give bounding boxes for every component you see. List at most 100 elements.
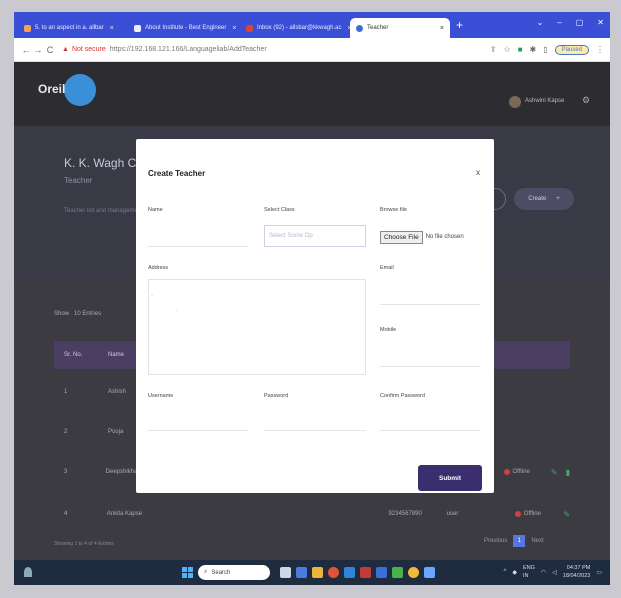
weather-icon[interactable] — [24, 567, 32, 577]
plus-icon: + — [556, 196, 560, 202]
app-icon[interactable] — [408, 567, 419, 578]
warning-icon[interactable]: ▲ — [62, 46, 69, 53]
address-bar[interactable]: ▲ Not secure https://192.168.121.166/Lan… — [62, 42, 452, 58]
username-field[interactable] — [148, 409, 248, 431]
language-text: ENG — [523, 565, 535, 571]
delete-icon[interactable]: ▮ — [566, 468, 570, 477]
close-tab-icon[interactable]: × — [110, 25, 114, 32]
notification-icon[interactable]: ▭ — [596, 569, 602, 576]
chevron-down-icon[interactable]: ⌄ — [537, 18, 544, 27]
row-number: 2 — [64, 429, 68, 435]
file-input[interactable]: Choose File No file chosen — [380, 227, 480, 247]
new-tab-button[interactable]: + — [456, 18, 463, 32]
puzzle-icon[interactable]: ✱ — [530, 45, 537, 54]
menu-icon[interactable]: ⋮ — [596, 45, 604, 54]
name-field[interactable] — [148, 225, 248, 247]
star-icon[interactable]: ☆ — [504, 45, 511, 54]
favicon-icon — [24, 24, 31, 32]
share-icon[interactable]: ⇪ — [490, 45, 497, 54]
previous-page-button[interactable]: Previous — [484, 538, 507, 544]
reload-icon[interactable]: C — [44, 45, 56, 55]
tab-title: About Institute - Best Engineer — [145, 25, 227, 31]
close-tab-icon[interactable]: × — [232, 25, 236, 32]
create-button[interactable]: Create + — [514, 188, 574, 210]
entries-value[interactable]: 10 — [74, 311, 81, 317]
mobile-label: Mobile — [380, 327, 397, 333]
row-actions: ✎ ▮ — [551, 468, 570, 477]
app-icon[interactable] — [392, 567, 403, 578]
chrome-icon[interactable] — [328, 567, 339, 578]
edit-icon[interactable]: ✎ — [563, 510, 570, 519]
tab-title: Inbox (92) - allsbar@kkwagh.ac — [257, 25, 342, 31]
column-header[interactable]: Name — [108, 352, 124, 358]
close-icon[interactable]: x — [476, 168, 480, 177]
network-icon[interactable]: ◆ — [512, 569, 517, 576]
banner-description: Teacher list and management — [64, 208, 143, 214]
entries-selector[interactable]: Show 10 Entries — [54, 311, 101, 317]
status-dot-icon — [514, 511, 521, 517]
class-label: Select Class — [264, 207, 295, 213]
column-header[interactable]: Sr. No. — [54, 352, 108, 358]
minimize-icon[interactable]: – — [557, 18, 561, 27]
favicon-icon — [356, 24, 363, 32]
browser-tab-active[interactable]: Teacher × — [350, 18, 450, 38]
teams-icon[interactable] — [296, 567, 307, 578]
profile-paused-button[interactable]: Paused — [554, 44, 589, 55]
chevron-up-icon[interactable]: ^ — [504, 569, 507, 575]
browser-tab[interactable]: About Institute - Best Engineer × — [128, 18, 240, 38]
tab-title: 5. to an aspect in a. allbar — [35, 25, 104, 31]
app-icon[interactable] — [376, 567, 387, 578]
name-label: Name — [148, 207, 163, 213]
maximize-icon[interactable]: ▢ — [576, 18, 584, 27]
confirm-password-field[interactable] — [380, 409, 480, 431]
extension-icon[interactable]: ■ — [518, 45, 523, 54]
status-badge: Offline — [514, 511, 564, 517]
mobile-field[interactable] — [380, 345, 480, 367]
clock[interactable]: 04:37 PM 18/04/2023 — [563, 564, 591, 580]
browser-tab[interactable]: 5. to an aspect in a. allbar × — [18, 18, 128, 38]
password-field[interactable] — [264, 409, 366, 431]
status-badge: Offline — [503, 469, 551, 475]
user-name[interactable]: Ashwini Kapse — [525, 98, 564, 104]
store-icon[interactable] — [344, 567, 355, 578]
address-textarea[interactable] — [148, 279, 366, 375]
current-page-button[interactable]: 1 — [513, 535, 526, 547]
next-page-button[interactable]: Next — [531, 538, 543, 544]
status-text: Offline — [523, 511, 541, 517]
wifi-icon[interactable]: ◠ — [541, 569, 546, 576]
taskbar-search[interactable]: ⌕ Search — [198, 565, 270, 580]
choose-file-button[interactable]: Choose File — [380, 230, 423, 244]
volume-icon[interactable]: ◁ — [552, 569, 557, 576]
region-text: IN — [523, 573, 529, 579]
username-label: Username — [148, 393, 174, 399]
table-row: 4 Ankita Kapse 9234567890 user Offline ✎ — [54, 495, 570, 533]
search-label: Search — [211, 569, 231, 576]
status-text: Offline — [512, 469, 530, 475]
avatar[interactable] — [509, 96, 521, 108]
gear-icon[interactable]: ⚙ — [582, 95, 590, 106]
entries-label: Entries — [82, 311, 102, 317]
app-icon[interactable] — [360, 567, 371, 578]
sidebar-icon[interactable]: ▯ — [543, 45, 547, 54]
url-text[interactable]: https://192.168.121.166/Languageliab/Add… — [110, 46, 267, 53]
app-logo[interactable]: Oreil — [38, 82, 65, 96]
task-view-icon[interactable] — [280, 567, 291, 578]
row-number: 3 — [64, 469, 68, 475]
file-explorer-icon[interactable] — [312, 567, 323, 578]
not-secure-label[interactable]: Not secure — [72, 46, 106, 53]
close-window-icon[interactable]: ✕ — [597, 18, 604, 27]
app-icon[interactable] — [424, 567, 435, 578]
language-indicator[interactable]: ENG IN — [523, 564, 535, 580]
forward-icon[interactable]: → — [32, 45, 44, 55]
edit-icon[interactable]: ✎ — [551, 468, 558, 477]
close-tab-icon[interactable]: × — [440, 25, 444, 32]
clock-time: 04:37 PM — [566, 565, 591, 571]
back-icon[interactable]: ← — [20, 45, 32, 55]
class-select[interactable]: Select Some Op — [264, 225, 366, 247]
submit-button[interactable]: Submit — [418, 465, 482, 491]
cursor-mark: - — [151, 293, 153, 299]
windows-start-icon[interactable] — [182, 567, 193, 578]
browser-tab[interactable]: Inbox (92) - allsbar@kkwagh.ac × — [240, 18, 350, 38]
row-username: user — [446, 511, 459, 517]
email-field[interactable] — [380, 283, 480, 305]
